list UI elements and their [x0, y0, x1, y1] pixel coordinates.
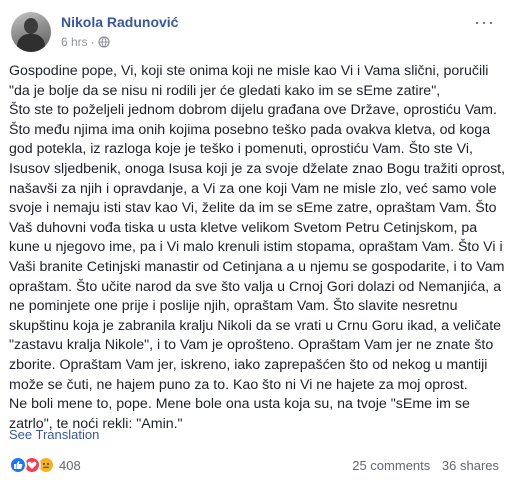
engagement-counts: 25 comments 36 shares: [352, 458, 499, 473]
post-line: Vaš duhovni vođa tiska u usta kletve vel…: [9, 219, 478, 236]
post-line: kune u njegovo ime, pa i Vi malo krenuli…: [9, 239, 503, 256]
avatar[interactable]: [11, 12, 51, 52]
post-line: zborite. Opraštam Vam jer, iskreno, iako…: [9, 356, 488, 373]
author-name[interactable]: Nikola Radunović: [61, 14, 178, 30]
meta-separator: ·: [90, 35, 95, 49]
post-line: može se čuti, ne hajem puno za to. Kao š…: [9, 376, 468, 393]
like-icon: [9, 456, 27, 474]
post-line: god potekla, iz razloga koje je teško i …: [9, 141, 473, 158]
post-header: Nikola Radunović 6 hrs · ···: [11, 10, 499, 52]
more-options-icon[interactable]: ···: [474, 13, 495, 31]
post-line: skupštinu koja je zabranila kralju Nikol…: [9, 317, 502, 334]
post-footer: 408 25 comments 36 shares: [9, 454, 499, 478]
post-body: Gospodine pope, Vi, koji ste onima koji …: [9, 62, 506, 434]
comments-count[interactable]: 25 comments: [352, 458, 430, 473]
post-line: "da je bolje da se nisu ni rodili jer će…: [9, 82, 441, 99]
post-line: svoje i nemaju isti stav kao Vi, želite …: [9, 200, 497, 217]
avatar-head: [24, 18, 38, 34]
post-meta: 6 hrs ·: [61, 35, 110, 49]
reaction-count: 408: [59, 457, 81, 473]
post-line: Isusov sljedbenik, onoga Isusa koji je z…: [9, 160, 506, 177]
shares-count[interactable]: 36 shares: [442, 458, 499, 473]
post-line: Vaši branite Cetinjski manastir od Cetin…: [9, 258, 505, 275]
globe-icon[interactable]: [98, 36, 110, 48]
post-line: našavši za njih i opravdanje, a Vi za on…: [9, 180, 497, 197]
avatar-torso: [17, 34, 45, 52]
post-line: Gospodine pope, Vi, koji ste onima koji …: [9, 63, 489, 79]
post-line: opraštam. Što učite narod da sve što val…: [9, 278, 502, 295]
see-translation-link[interactable]: See Translation: [9, 427, 99, 442]
reactions-summary[interactable]: 408: [9, 456, 81, 474]
post-line: Što među njima ima onih kojima posebno t…: [9, 121, 491, 138]
post-line: Što ste to poželjeli jednom dobrom dijel…: [9, 102, 497, 119]
post-time[interactable]: 6 hrs: [61, 35, 88, 49]
post-line: "zastavu kralja Nikole", i to Vam je opr…: [9, 337, 494, 354]
post-line: ne pominjete one prije i poslije njih, o…: [9, 298, 458, 315]
post-line: Ne boli mene to, pope. Mene bole ona ust…: [9, 396, 470, 413]
